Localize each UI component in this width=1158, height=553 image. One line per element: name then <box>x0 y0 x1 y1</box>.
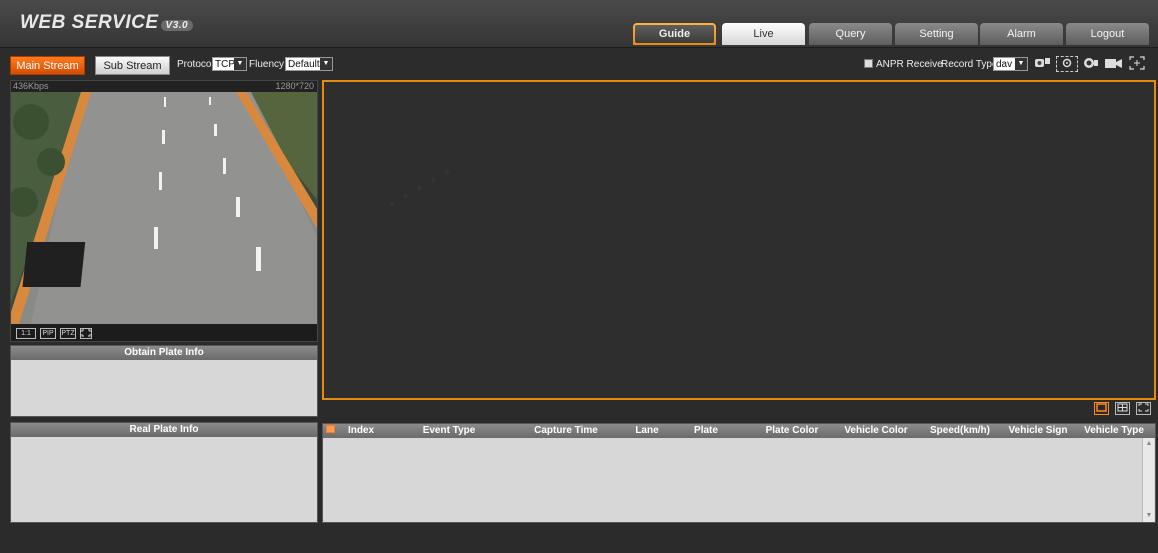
tab-live[interactable]: Live <box>722 23 805 45</box>
tab-guide-label: Guide <box>635 25 714 43</box>
col-lane: Lane <box>635 425 659 436</box>
anpr-receive-checkbox[interactable] <box>864 59 873 68</box>
resolution-readout: 1280*720 <box>275 81 314 91</box>
clear-list-icon[interactable] <box>326 424 335 439</box>
chevron-down-icon: ▼ <box>1015 58 1027 70</box>
chevron-down-icon: ▼ <box>234 58 246 70</box>
main-video-window[interactable]: · · · · · <box>322 80 1156 400</box>
scroll-up-icon[interactable]: ▲ <box>1143 438 1155 450</box>
camera-control-bar: 1:1 PIP PTZ <box>11 324 317 341</box>
record-icon[interactable] <box>1082 56 1100 72</box>
sub-stream-button[interactable]: Sub Stream <box>95 56 170 75</box>
ptz-button[interactable]: PTZ <box>60 328 76 339</box>
main-stream-button[interactable]: Main Stream <box>10 56 85 75</box>
col-vehicle-type: Vehicle Type <box>1084 425 1144 436</box>
col-plate-color: Plate Color <box>765 425 819 436</box>
anpr-receive-label: ANPR Receive <box>876 59 943 70</box>
record-type-value: dav <box>996 59 1013 70</box>
watermark: · · · · · <box>381 156 459 219</box>
table-header: Index Event Type Capture Time Lane Plate… <box>323 424 1155 438</box>
col-speed: Speed(km/h) <box>929 425 990 436</box>
fullscreen-icon[interactable] <box>1128 56 1146 72</box>
tab-query[interactable]: Query <box>809 23 892 45</box>
obtain-plate-info-title: Obtain Plate Info <box>11 346 317 360</box>
col-vehicle-color: Vehicle Color <box>844 425 908 436</box>
app-logo: WEB SERVICE V3.0 <box>20 12 194 34</box>
camera-preview[interactable]: 436Kbps 1280*720 1:1 PIP PTZ <box>10 80 318 342</box>
col-capture-time: Capture Time <box>534 425 598 436</box>
pip-button[interactable]: PIP <box>40 328 56 339</box>
fullscreen-icon[interactable] <box>1136 402 1151 415</box>
scroll-down-icon[interactable]: ▼ <box>1143 510 1155 522</box>
col-index: Index <box>347 425 375 436</box>
tab-logout[interactable]: Logout <box>1066 23 1149 45</box>
fullscreen-icon[interactable] <box>80 328 92 339</box>
protocol-label: Protocol <box>177 59 214 70</box>
table-scrollbar[interactable]: ▲ ▼ <box>1142 438 1154 522</box>
fluency-label: Fluency <box>249 59 285 70</box>
video-camera-icon[interactable] <box>1104 56 1122 72</box>
protocol-value: TCP <box>215 59 235 70</box>
road-camera-feed <box>11 92 317 324</box>
grid-view-icon[interactable] <box>1115 402 1130 415</box>
obtain-plate-info-panel: Obtain Plate Info <box>10 345 318 417</box>
protocol-select[interactable]: TCP ▼ <box>212 57 247 71</box>
col-plate: Plate <box>694 425 718 436</box>
real-plate-info-title: Real Plate Info <box>11 423 317 437</box>
app-version: V3.0 <box>160 20 194 31</box>
plate-record-table: Index Event Type Capture Time Lane Plate… <box>322 423 1156 523</box>
real-plate-info-panel: Real Plate Info <box>10 422 318 523</box>
record-type-label: Record Type <box>941 59 998 70</box>
tab-guide[interactable]: Guide <box>633 23 716 45</box>
fluency-value: Default <box>288 59 320 70</box>
col-vehicle-sign: Vehicle Sign <box>1008 425 1068 436</box>
record-type-select[interactable]: dav ▼ <box>993 57 1028 71</box>
live-toolbar: Main Stream Sub Stream Protocol TCP ▼ Fl… <box>0 49 1158 79</box>
single-view-icon[interactable] <box>1094 402 1109 415</box>
tab-alarm[interactable]: Alarm <box>980 23 1063 45</box>
tab-setting[interactable]: Setting <box>895 23 978 45</box>
chevron-down-icon: ▼ <box>320 58 332 70</box>
col-event-type: Event Type <box>422 425 476 436</box>
fluency-select[interactable]: Default ▼ <box>285 57 333 71</box>
bitrate-readout: 436Kbps <box>13 81 49 91</box>
app-title: WEB SERVICE <box>20 12 159 33</box>
capture-settings-icon[interactable] <box>1056 56 1078 72</box>
app-header: WEB SERVICE V3.0 Guide Live Query Setting… <box>0 0 1158 48</box>
snapshot-hand-icon[interactable] <box>1034 56 1052 72</box>
original-size-button[interactable]: 1:1 <box>16 328 36 339</box>
